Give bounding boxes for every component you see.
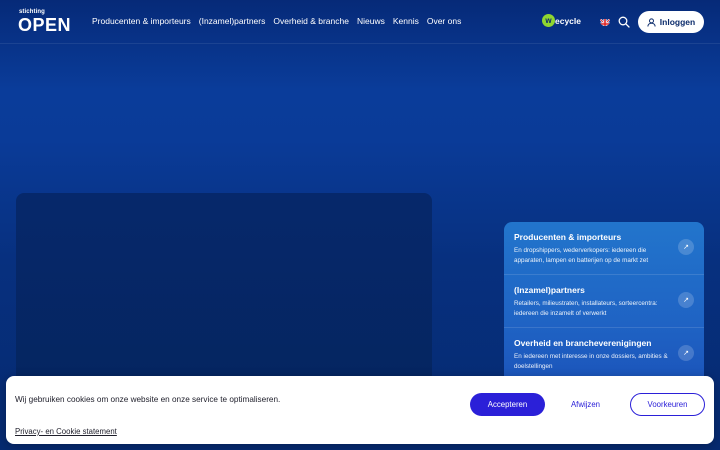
- nav-item-inzamelpartners[interactable]: (Inzamel)partners: [199, 16, 266, 26]
- privacy-cookie-statement-link[interactable]: Privacy- en Cookie statement: [15, 427, 117, 436]
- audience-cards: Producenten & importeurs En dropshippers…: [504, 222, 704, 392]
- arrow-up-right-icon: ↗: [678, 345, 694, 361]
- card-title: Producenten & importeurs: [514, 232, 622, 242]
- card-overheid[interactable]: Overheid en brancheverenigingen En ieder…: [504, 328, 704, 381]
- main-nav: Producenten & importeurs (Inzamel)partne…: [92, 16, 461, 26]
- nav-item-overheid[interactable]: Overheid & branche: [273, 16, 349, 26]
- wecycle-logo-text: ecycle: [555, 15, 581, 26]
- card-title: Overheid en brancheverenigingen: [514, 338, 652, 348]
- logo-main-text: OPEN: [18, 15, 72, 35]
- user-icon: [647, 17, 656, 27]
- card-inzamelpartners[interactable]: (Inzamel)partners Retailers, milieustrat…: [504, 275, 704, 328]
- card-title: (Inzamel)partners: [514, 285, 585, 295]
- accept-cookies-button[interactable]: Accepteren: [470, 393, 545, 416]
- login-label: Inloggen: [659, 17, 696, 27]
- card-description: En dropshippers, wederverkopers: iederee…: [514, 247, 649, 264]
- cookie-preferences-button[interactable]: Voorkeuren: [630, 393, 705, 416]
- search-icon[interactable]: [618, 15, 630, 28]
- arrow-up-right-icon: ↗: [678, 292, 694, 308]
- stichting-open-logo[interactable]: stichting OPEN: [18, 9, 74, 35]
- nav-item-nieuws[interactable]: Nieuws: [357, 16, 385, 26]
- hero-media-panel: [16, 193, 432, 393]
- arrow-up-right-icon: ↗: [678, 239, 694, 255]
- card-description: Retailers, milieustraten, installateurs,…: [514, 300, 658, 317]
- uk-flag-icon[interactable]: [600, 16, 610, 26]
- nav-item-over-ons[interactable]: Over ons: [427, 16, 462, 26]
- card-producenten[interactable]: Producenten & importeurs En dropshippers…: [504, 222, 704, 275]
- card-description: En iedereen met interesse in onze dossie…: [514, 353, 668, 370]
- wecycle-logo-mark: w: [542, 14, 555, 27]
- reject-cookies-button[interactable]: Afwijzen: [548, 393, 623, 416]
- cookie-banner: Wij gebruiken cookies om onze website en…: [6, 376, 714, 444]
- nav-item-producenten[interactable]: Producenten & importeurs: [92, 16, 191, 26]
- top-navigation-bar: stichting OPEN Producenten & importeurs …: [0, 0, 720, 44]
- nav-item-kennis[interactable]: Kennis: [393, 16, 419, 26]
- wecycle-link[interactable]: w ecycle: [542, 14, 581, 27]
- login-button[interactable]: Inloggen: [638, 11, 704, 33]
- cookie-message: Wij gebruiken cookies om onze website en…: [15, 395, 281, 404]
